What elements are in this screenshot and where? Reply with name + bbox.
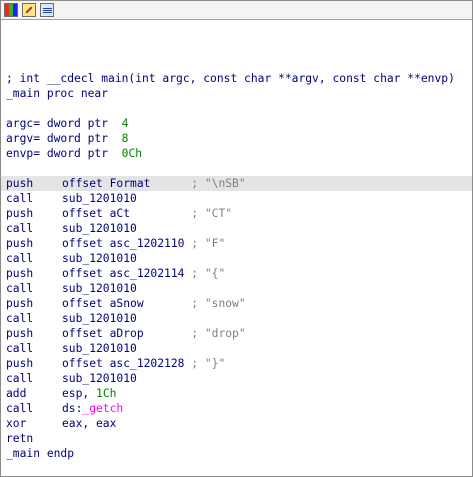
instruction-line[interactable]: retn: [1, 431, 472, 446]
instruction-line[interactable]: call sub_1201010: [1, 281, 472, 296]
mnemonic: call: [6, 402, 34, 415]
instruction-line[interactable]: xor eax, eax: [1, 416, 472, 431]
instruction-line[interactable]: call sub_1201010: [1, 341, 472, 356]
var-name: envp=: [6, 147, 41, 160]
mnemonic: call: [6, 252, 34, 265]
stack-variable[interactable]: envp= dword ptr 0Ch: [1, 146, 472, 161]
import-reference[interactable]: _getch: [82, 402, 123, 415]
string-comment: ; "CT": [191, 207, 233, 220]
mnemonic: push: [6, 357, 34, 370]
operand: eax, eax: [62, 417, 117, 430]
instruction-line[interactable]: push offset asc_1202110 ; "F": [1, 236, 472, 251]
operand: offset aSnow: [62, 297, 144, 310]
instruction-line[interactable]: call sub_1201010: [1, 251, 472, 266]
var-type: dword ptr: [46, 132, 109, 145]
instruction-line[interactable]: call sub_1201010: [1, 221, 472, 236]
string-comment: ; "F": [191, 237, 226, 250]
string-comment: ; "drop": [191, 327, 246, 340]
var-type: dword ptr: [46, 147, 109, 160]
operand: offset aDrop: [62, 327, 144, 340]
instruction-line[interactable]: call sub_1201010: [1, 371, 472, 386]
text-view-icon[interactable]: [40, 3, 54, 17]
string-comment: ; "snow": [191, 297, 246, 310]
var-name: argv=: [6, 132, 41, 145]
mnemonic: push: [6, 207, 34, 220]
instruction-line[interactable]: call ds:_getch: [1, 401, 472, 416]
instruction-line[interactable]: push offset aCt ; "CT": [1, 206, 472, 221]
operand: sub_1201010: [62, 372, 137, 385]
mnemonic: push: [6, 267, 34, 280]
string-comment: ; "{": [191, 267, 226, 280]
stack-variable[interactable]: argc= dword ptr 4: [1, 116, 472, 131]
instruction-line[interactable]: push offset asc_1202114 ; "{": [1, 266, 472, 281]
instruction-line[interactable]: push offset asc_1202128 ; "}": [1, 356, 472, 371]
string-comment: ; "}": [191, 357, 226, 370]
instruction-line[interactable]: push offset aDrop ; "drop": [1, 326, 472, 341]
proc-end: _main endp: [6, 447, 75, 460]
var-offset: 0Ch: [121, 147, 143, 160]
disassembly-listing[interactable]: ; int __cdecl main(int argc, const char …: [1, 20, 472, 476]
operand: sub_1201010: [62, 342, 137, 355]
function-signature-comment: ; int __cdecl main(int argc, const char …: [6, 72, 455, 85]
mnemonic: xor: [6, 417, 27, 430]
operand: ds:_getch: [62, 402, 124, 415]
stack-variable[interactable]: argv= dword ptr 8: [1, 131, 472, 146]
proc-declaration: _main proc near: [1, 86, 472, 101]
operand: offset asc_1202114: [62, 267, 185, 280]
operand: esp, 1Ch: [62, 387, 117, 400]
operand: sub_1201010: [62, 252, 137, 265]
mnemonic: call: [6, 222, 34, 235]
operand: offset Format: [62, 177, 151, 190]
mnemonic: push: [6, 237, 34, 250]
instruction-line[interactable]: push offset aSnow ; "snow": [1, 296, 472, 311]
operand: sub_1201010: [62, 282, 137, 295]
view-toolbar: [1, 1, 472, 20]
string-comment: ; "\nSB": [191, 177, 246, 190]
operand: sub_1201010: [62, 192, 137, 205]
instruction-line[interactable]: push offset Format ; "\nSB": [1, 176, 472, 191]
var-name: argc=: [6, 117, 41, 130]
mnemonic: push: [6, 327, 34, 340]
instruction-line[interactable]: call sub_1201010: [1, 191, 472, 206]
mnemonic: call: [6, 282, 34, 295]
var-type: dword ptr: [46, 117, 109, 130]
var-offset: 4: [121, 117, 129, 130]
graph-view-icon[interactable]: [4, 3, 18, 17]
mnemonic: call: [6, 192, 34, 205]
edit-icon[interactable]: [22, 3, 36, 17]
instruction-line[interactable]: add esp, 1Ch: [1, 386, 472, 401]
mnemonic: push: [6, 177, 34, 190]
operand: sub_1201010: [62, 222, 137, 235]
var-offset: 8: [121, 132, 129, 145]
mnemonic: push: [6, 297, 34, 310]
instruction-line[interactable]: call sub_1201010: [1, 311, 472, 326]
operand: offset asc_1202110: [62, 237, 185, 250]
mnemonic: call: [6, 342, 34, 355]
operand: offset asc_1202128: [62, 357, 185, 370]
disassembly-window: ; int __cdecl main(int argc, const char …: [0, 0, 473, 477]
mnemonic: add: [6, 387, 27, 400]
operand: offset aCt: [62, 207, 131, 220]
proc-keyword: proc near: [46, 87, 109, 100]
mnemonic: call: [6, 312, 34, 325]
mnemonic: call: [6, 372, 34, 385]
proc-name[interactable]: _main: [6, 87, 40, 100]
operand: sub_1201010: [62, 312, 137, 325]
mnemonic: retn: [6, 432, 34, 445]
